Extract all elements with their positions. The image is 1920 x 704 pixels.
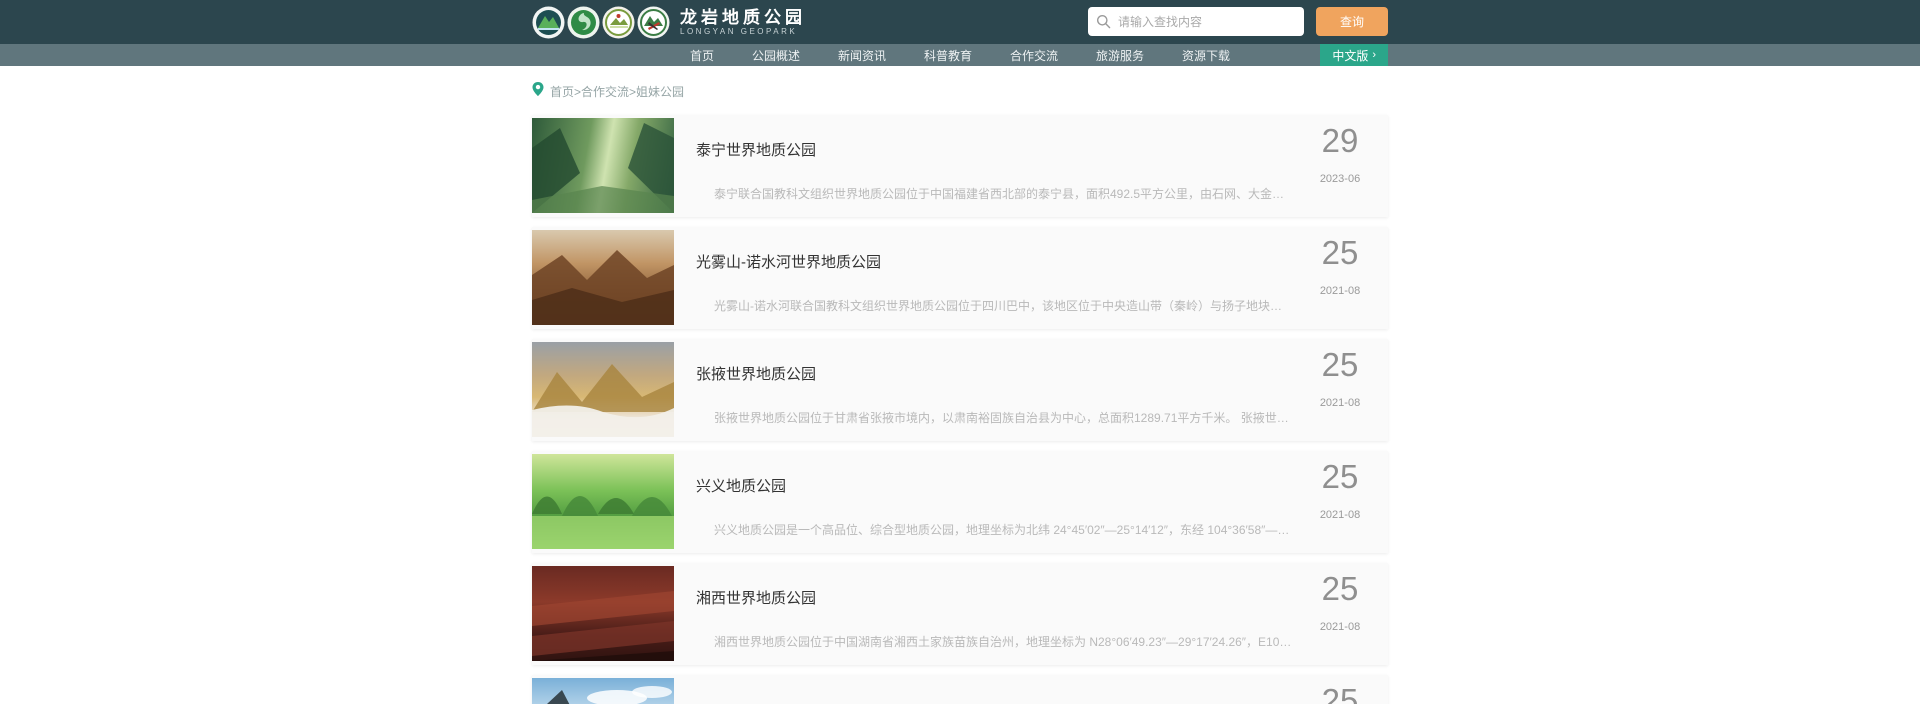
language-switch-label: 中文版 <box>1332 47 1368 64</box>
article-title[interactable]: 湘西世界地质公园 <box>696 587 1292 608</box>
article-title[interactable]: 泰宁世界地质公园 <box>696 139 1292 160</box>
geopark-emblem-3-icon <box>602 6 635 39</box>
article-row[interactable]: 兴义地质公园 兴义地质公园是一个高品位、综合型地质公园，地理坐标为北纬 24°4… <box>532 451 1388 553</box>
article-thumbnail[interactable] <box>532 454 674 549</box>
language-switch-button[interactable]: 中文版 › <box>1320 44 1388 66</box>
article-date: 25 2021-08 <box>1292 563 1388 665</box>
geopark-emblem-4-icon <box>637 6 670 39</box>
article-date-day: 25 <box>1292 457 1388 497</box>
geopark-emblem-2-icon <box>567 6 600 39</box>
article-thumbnail[interactable] <box>532 118 674 213</box>
article-thumbnail[interactable] <box>532 230 674 325</box>
site-subtitle: LONGYAN GEOPARK <box>680 27 806 37</box>
article-content <box>674 675 1292 704</box>
article-title[interactable]: 张掖世界地质公园 <box>696 363 1292 384</box>
nav-item-news[interactable]: 新闻资讯 <box>838 47 886 64</box>
breadcrumb: 首页>合作交流>姐妹公园 <box>532 82 1388 101</box>
search-button[interactable]: 查询 <box>1316 7 1388 36</box>
article-date-yearmonth: 2021-08 <box>1292 621 1388 633</box>
article-date: 25 <box>1292 675 1388 704</box>
chevron-right-icon: › <box>1372 49 1376 61</box>
search-box <box>1088 7 1304 36</box>
article-summary: 泰宁联合国教科文组织世界地质公园位于中国福建省西北部的泰宁县，面积492.5平方… <box>696 185 1292 202</box>
article-summary: 兴义地质公园是一个高品位、综合型地质公园，地理坐标为北纬 24°45′02″—2… <box>696 521 1292 538</box>
search-icon <box>1096 14 1111 29</box>
article-content: 泰宁世界地质公园 泰宁联合国教科文组织世界地质公园位于中国福建省西北部的泰宁县，… <box>674 115 1292 217</box>
article-date-day: 25 <box>1292 569 1388 609</box>
article-row[interactable]: 泰宁世界地质公园 泰宁联合国教科文组织世界地质公园位于中国福建省西北部的泰宁县，… <box>532 115 1388 217</box>
site-title: 龙岩地质公园 <box>680 8 806 27</box>
article-thumbnail[interactable] <box>532 566 674 661</box>
article-row[interactable]: 张掖世界地质公园 张掖世界地质公园位于甘肃省张掖市境内，以肃南裕固族自治县为中心… <box>532 339 1388 441</box>
article-summary: 张掖世界地质公园位于甘肃省张掖市境内，以肃南裕固族自治县为中心，总面积1289.… <box>696 409 1292 426</box>
site-brand: 龙岩地质公园 LONGYAN GEOPARK <box>680 8 806 37</box>
article-summary: 光雾山-诺水河联合国教科文组织世界地质公园位于四川巴中，该地区位于中央造山带（秦… <box>696 297 1292 314</box>
main-nav: 首页 公园概述 新闻资讯 科普教育 合作交流 旅游服务 资源下载 中文版 › <box>0 44 1920 66</box>
article-date-yearmonth: 2021-08 <box>1292 397 1388 409</box>
article-date-day: 25 <box>1292 345 1388 385</box>
article-date-yearmonth: 2023-06 <box>1292 173 1388 185</box>
nav-item-travel-service[interactable]: 旅游服务 <box>1096 47 1144 64</box>
nav-item-downloads[interactable]: 资源下载 <box>1182 47 1230 64</box>
nav-list: 首页 公园概述 新闻资讯 科普教育 合作交流 旅游服务 资源下载 <box>690 47 1230 64</box>
search-input[interactable] <box>1118 15 1296 29</box>
article-content: 张掖世界地质公园 张掖世界地质公园位于甘肃省张掖市境内，以肃南裕固族自治县为中心… <box>674 339 1292 441</box>
geopark-emblem-1-icon <box>532 6 565 39</box>
article-thumbnail[interactable] <box>532 342 674 437</box>
article-date: 25 2021-08 <box>1292 451 1388 553</box>
article-summary: 湘西世界地质公园位于中国湖南省湘西土家族苗族自治州，地理坐标为 N28°06′4… <box>696 633 1292 650</box>
location-pin-icon <box>532 82 544 101</box>
article-row[interactable]: 湘西世界地质公园 湘西世界地质公园位于中国湖南省湘西土家族苗族自治州，地理坐标为… <box>532 563 1388 665</box>
header-bar: 龙岩地质公园 LONGYAN GEOPARK 查询 <box>0 0 1920 44</box>
article-date-yearmonth: 2021-08 <box>1292 285 1388 297</box>
article-date: 25 2021-08 <box>1292 339 1388 441</box>
article-list: 泰宁世界地质公园 泰宁联合国教科文组织世界地质公园位于中国福建省西北部的泰宁县，… <box>532 115 1388 704</box>
article-content: 兴义地质公园 兴义地质公园是一个高品位、综合型地质公园，地理坐标为北纬 24°4… <box>674 451 1292 553</box>
nav-item-park-overview[interactable]: 公园概述 <box>752 47 800 64</box>
article-title[interactable]: 光雾山-诺水河世界地质公园 <box>696 251 1292 272</box>
article-date-yearmonth: 2021-08 <box>1292 509 1388 521</box>
nav-item-cooperation[interactable]: 合作交流 <box>1010 47 1058 64</box>
article-thumbnail[interactable] <box>532 678 674 704</box>
article-date: 29 2023-06 <box>1292 115 1388 217</box>
article-content: 光雾山-诺水河世界地质公园 光雾山-诺水河联合国教科文组织世界地质公园位于四川巴… <box>674 227 1292 329</box>
article-row[interactable]: 25 <box>532 675 1388 704</box>
article-row[interactable]: 光雾山-诺水河世界地质公园 光雾山-诺水河联合国教科文组织世界地质公园位于四川巴… <box>532 227 1388 329</box>
article-title[interactable]: 兴义地质公园 <box>696 475 1292 496</box>
site-logo[interactable]: 龙岩地质公园 LONGYAN GEOPARK <box>532 6 806 39</box>
breadcrumb-text[interactable]: 首页>合作交流>姐妹公园 <box>550 83 684 100</box>
article-date-day: 25 <box>1292 681 1388 704</box>
article-date-day: 25 <box>1292 233 1388 273</box>
article-content: 湘西世界地质公园 湘西世界地质公园位于中国湖南省湘西土家族苗族自治州，地理坐标为… <box>674 563 1292 665</box>
nav-item-home[interactable]: 首页 <box>690 47 714 64</box>
nav-item-science-education[interactable]: 科普教育 <box>924 47 972 64</box>
article-date: 25 2021-08 <box>1292 227 1388 329</box>
article-date-day: 29 <box>1292 121 1388 161</box>
